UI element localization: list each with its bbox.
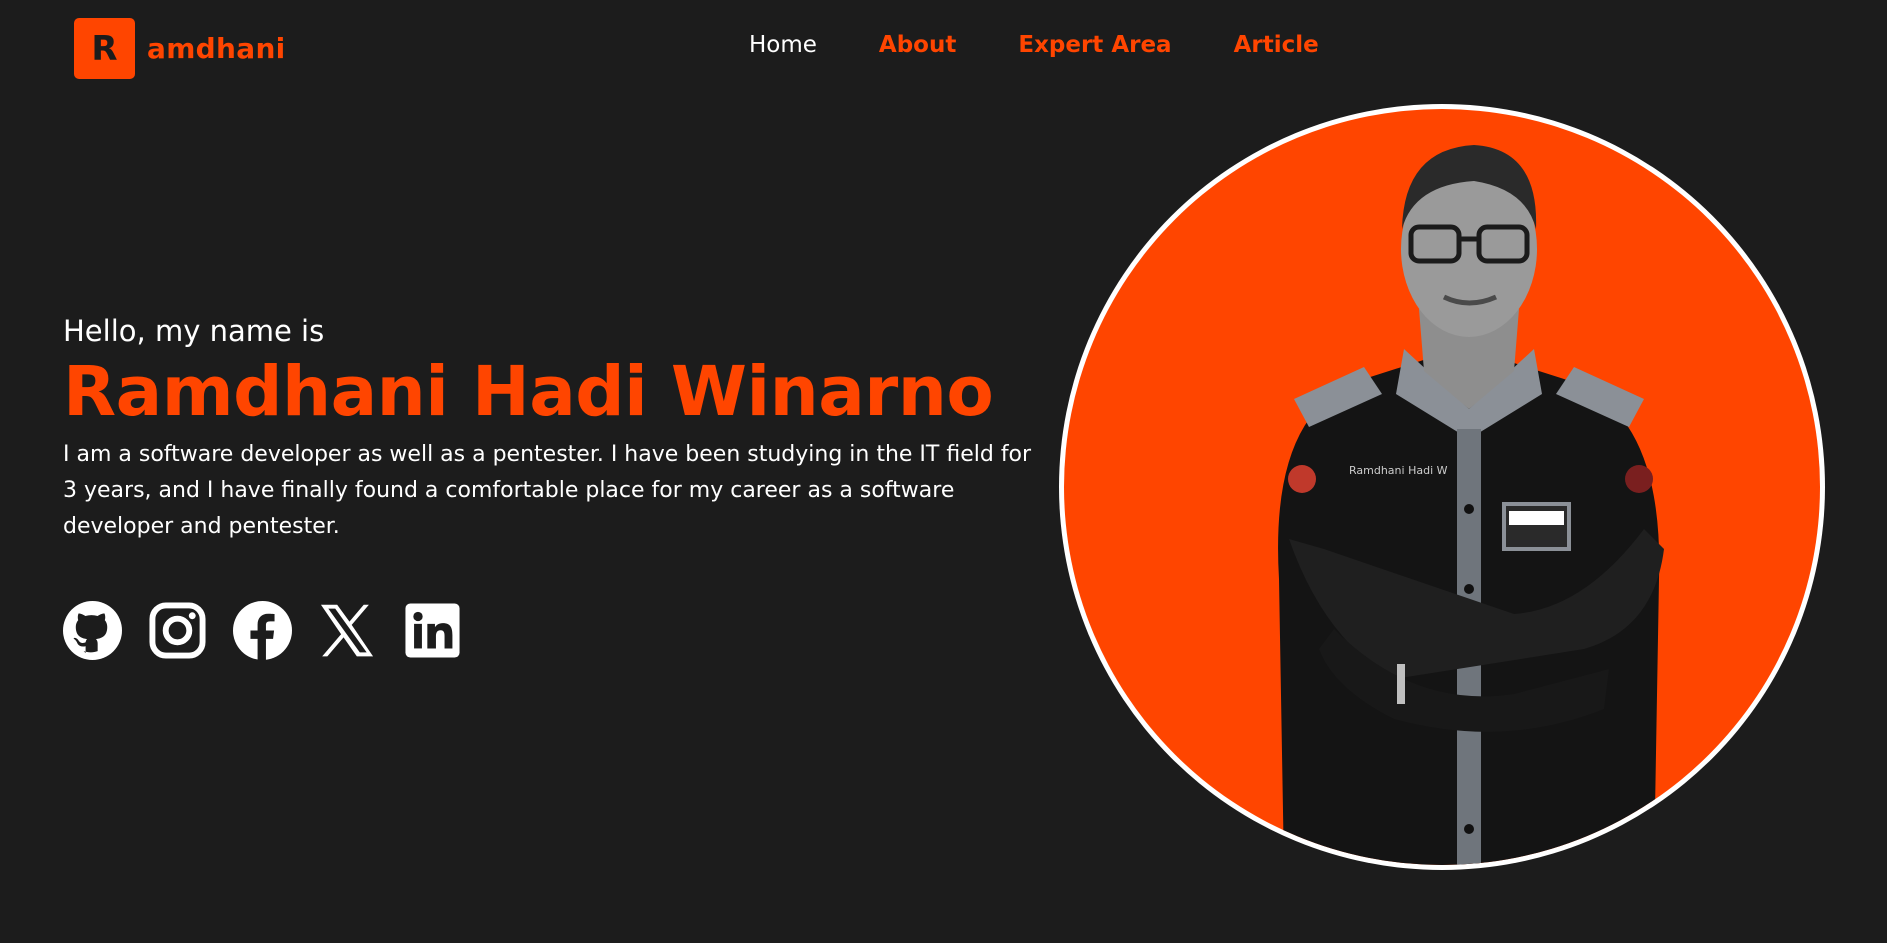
main-nav: Home About Expert Area Article xyxy=(749,32,1319,58)
linkedin-icon xyxy=(405,603,460,658)
instagram-link[interactable] xyxy=(148,601,207,660)
facebook-icon xyxy=(233,601,292,660)
nav-about[interactable]: About xyxy=(879,32,956,58)
x-link[interactable] xyxy=(318,601,377,660)
nav-article[interactable]: Article xyxy=(1234,32,1319,58)
shirt-name-tag: Ramdhani Hadi W xyxy=(1349,464,1448,477)
profile-portrait: Ramdhani Hadi W xyxy=(1059,104,1825,870)
github-icon xyxy=(63,601,122,660)
logo-badge: R xyxy=(74,18,135,79)
social-links xyxy=(63,601,462,660)
nav-home[interactable]: Home xyxy=(749,32,817,58)
hero-name: Ramdhani Hadi Winarno xyxy=(63,352,994,432)
facebook-link[interactable] xyxy=(233,601,292,660)
portrait-background: Ramdhani Hadi W xyxy=(1064,109,1820,865)
linkedin-link[interactable] xyxy=(403,601,462,660)
github-link[interactable] xyxy=(63,601,122,660)
person-photo: Ramdhani Hadi W xyxy=(1278,145,1664,865)
x-icon xyxy=(320,604,374,657)
instagram-icon xyxy=(149,602,206,659)
logo-text: amdhani xyxy=(147,32,286,65)
nav-expert-area[interactable]: Expert Area xyxy=(1018,32,1171,58)
hero-bio: I am a software developer as well as a p… xyxy=(63,442,1032,539)
brand-logo[interactable]: R amdhani xyxy=(74,18,286,79)
hero-greeting: Hello, my name is xyxy=(63,314,325,348)
